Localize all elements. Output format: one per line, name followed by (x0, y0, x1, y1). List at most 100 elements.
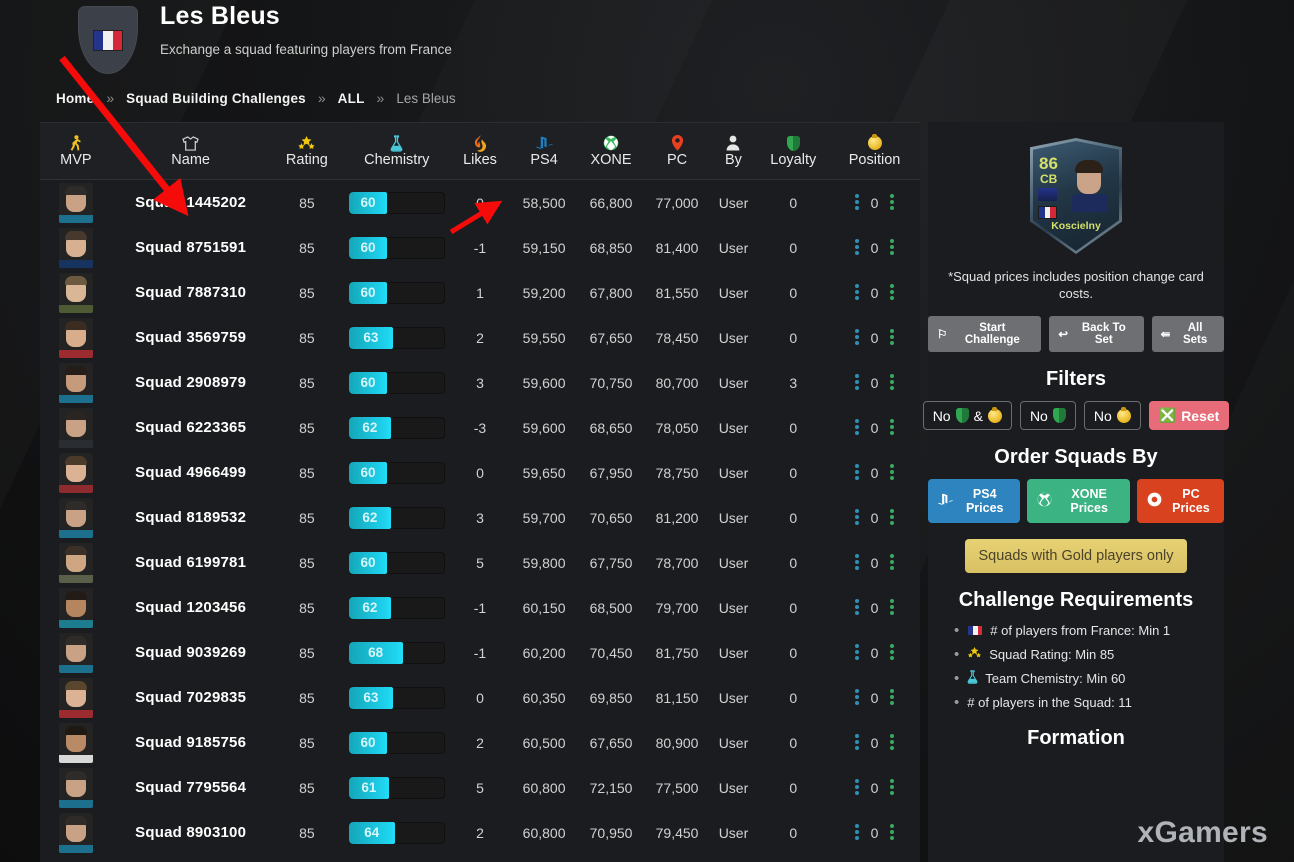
table-row[interactable]: Squad 3569759 85 63 2 59,550 67,650 78,450 User… (40, 315, 920, 360)
row-mvp-cell[interactable] (40, 360, 112, 405)
row-squad-name[interactable]: Squad 7887310 (112, 270, 270, 315)
position-dots-green-icon[interactable] (890, 778, 895, 797)
table-row[interactable]: Squad 1203456 85 62 -1 60,150 68,500 79,700 Use… (40, 585, 920, 630)
table-row[interactable]: Squad 6223365 85 62 -3 59,600 68,650 78,050 Use… (40, 405, 920, 450)
position-dots-blue-icon[interactable] (854, 238, 859, 257)
row-mvp-cell[interactable] (40, 315, 112, 360)
position-dots-green-icon[interactable] (890, 688, 895, 707)
position-dots-blue-icon[interactable] (854, 373, 859, 392)
table-header-pc[interactable]: PC (645, 123, 710, 179)
row-squad-name[interactable]: Squad 8189532 (112, 495, 270, 540)
order-by-ps4-prices-button[interactable]: PS4 Prices (928, 479, 1021, 523)
position-dots-green-icon[interactable] (890, 283, 895, 302)
breadcrumb-item-sbc[interactable]: Squad Building Challenges (126, 91, 306, 106)
filter-no-position[interactable]: No (1083, 401, 1141, 430)
row-squad-name[interactable]: Squad 1203456 (112, 585, 270, 630)
position-dots-green-icon[interactable] (890, 463, 895, 482)
table-row[interactable]: Squad 7795564 85 61 5 60,800 72,150 77,500 User… (40, 765, 920, 810)
order-by-pc-prices-button[interactable]: PC Prices (1136, 479, 1224, 523)
row-mvp-cell[interactable] (40, 630, 112, 675)
row-mvp-cell[interactable] (40, 720, 112, 765)
all-sets-button[interactable]: ⇚ All Sets (1151, 316, 1224, 352)
position-dots-blue-icon[interactable] (854, 778, 859, 797)
table-row[interactable]: Squad 1445202 85 60 0 58,500 66,800 77,000 User… (40, 180, 920, 225)
table-row[interactable]: Squad 4966499 85 60 0 59,650 67,950 78,750 User… (40, 450, 920, 495)
row-squad-name[interactable]: Squad 2908979 (112, 360, 270, 405)
row-squad-name[interactable]: Squad 8903100 (112, 810, 270, 855)
table-row[interactable]: Squad 2908979 85 60 3 59,600 70,750 80,700 User… (40, 360, 920, 405)
row-mvp-cell[interactable] (40, 450, 112, 495)
table-header-name[interactable]: Name (112, 123, 270, 179)
position-dots-blue-icon[interactable] (854, 418, 859, 437)
table-row[interactable]: Squad 8189532 85 62 3 59,700 70,650 81,200 User… (40, 495, 920, 540)
table-header-rating[interactable]: Rating (270, 123, 345, 179)
table-row[interactable]: Squad 9185756 85 60 2 60,500 67,650 80,900 User… (40, 720, 920, 765)
position-dots-blue-icon[interactable] (854, 823, 859, 842)
breadcrumb-item-all[interactable]: ALL (338, 91, 365, 106)
row-squad-name[interactable]: Squad 6199781 (112, 540, 270, 585)
row-squad-name[interactable]: Squad 1445202 (112, 180, 270, 225)
row-squad-name[interactable]: Squad 4966499 (112, 450, 270, 495)
row-squad-name[interactable]: Squad 7029835 (112, 675, 270, 720)
row-mvp-cell[interactable] (40, 540, 112, 585)
table-row[interactable]: Squad 6199781 85 60 5 59,800 67,750 78,700 User… (40, 540, 920, 585)
back-to-set-button[interactable]: ↩ Back To Set (1049, 316, 1144, 352)
position-dots-blue-icon[interactable] (854, 508, 859, 527)
position-dots-blue-icon[interactable] (854, 733, 859, 752)
position-dots-blue-icon[interactable] (854, 463, 859, 482)
row-mvp-cell[interactable] (40, 810, 112, 855)
filter-no-loyalty[interactable]: No (1019, 401, 1076, 430)
row-squad-name[interactable]: Squad 6223365 (112, 405, 270, 450)
row-mvp-cell[interactable] (40, 405, 112, 450)
row-squad-name[interactable]: Squad 8751591 (112, 225, 270, 270)
position-dots-blue-icon[interactable] (854, 193, 859, 212)
filter-no-loyalty-and-position[interactable]: No & (922, 401, 1012, 430)
row-squad-name[interactable]: Squad 9039269 (112, 630, 270, 675)
row-mvp-cell[interactable] (40, 270, 112, 315)
table-header-ps4[interactable]: PS4 (511, 123, 578, 179)
position-dots-green-icon[interactable] (890, 238, 895, 257)
gold-players-only-button[interactable]: Squads with Gold players only (965, 539, 1187, 573)
table-header-mvp[interactable]: MVP (40, 123, 112, 179)
position-dots-green-icon[interactable] (890, 508, 895, 527)
position-dots-blue-icon[interactable] (854, 688, 859, 707)
row-squad-name[interactable]: Squad 9185756 (112, 720, 270, 765)
position-dots-green-icon[interactable] (890, 733, 895, 752)
position-dots-green-icon[interactable] (890, 418, 895, 437)
order-by-xone-prices-button[interactable]: XONE Prices (1027, 479, 1130, 523)
player-card[interactable]: 86 CB Koscielny (1030, 138, 1122, 254)
table-row[interactable]: Squad 8751591 85 60 -1 59,150 68,850 81,400 Use… (40, 225, 920, 270)
row-mvp-cell[interactable] (40, 585, 112, 630)
reset-filters-button[interactable]: ❎ Reset (1148, 401, 1230, 430)
position-dots-blue-icon[interactable] (854, 643, 859, 662)
row-mvp-cell[interactable] (40, 675, 112, 720)
row-mvp-cell[interactable] (40, 225, 112, 270)
start-challenge-button[interactable]: ⚐ Start Challenge (928, 316, 1042, 352)
table-row[interactable]: Squad 7029835 85 63 0 60,350 69,850 81,150 User… (40, 675, 920, 720)
position-dots-blue-icon[interactable] (854, 598, 859, 617)
position-dots-green-icon[interactable] (890, 553, 895, 572)
position-dots-green-icon[interactable] (890, 328, 895, 347)
position-dots-blue-icon[interactable] (854, 328, 859, 347)
table-row[interactable]: Squad 9039269 85 68 -1 60,200 70,450 81,750 Use… (40, 630, 920, 675)
table-header-xone[interactable]: XONE (578, 123, 645, 179)
row-mvp-cell[interactable] (40, 765, 112, 810)
position-dots-blue-icon[interactable] (854, 283, 859, 302)
table-row[interactable]: Squad 7887310 85 60 1 59,200 67,800 81,550 User… (40, 270, 920, 315)
position-dots-green-icon[interactable] (890, 373, 895, 392)
table-header-by[interactable]: By (710, 123, 758, 179)
position-dots-green-icon[interactable] (890, 823, 895, 842)
position-dots-green-icon[interactable] (890, 643, 895, 662)
table-header-position[interactable]: Position (829, 123, 920, 179)
row-mvp-cell[interactable] (40, 495, 112, 540)
table-header-loyalty[interactable]: Loyalty (757, 123, 829, 179)
position-dots-green-icon[interactable] (890, 193, 895, 212)
table-header-likes[interactable]: Likes (449, 123, 510, 179)
row-squad-name[interactable]: Squad 3569759 (112, 315, 270, 360)
row-mvp-cell[interactable] (40, 180, 112, 225)
breadcrumb-item-home[interactable]: Home (56, 91, 94, 106)
position-dots-blue-icon[interactable] (854, 553, 859, 572)
table-row[interactable]: Squad 8903100 85 64 2 60,800 70,950 79,450 User… (40, 810, 920, 855)
table-header-chemistry[interactable]: Chemistry (344, 123, 449, 179)
row-squad-name[interactable]: Squad 7795564 (112, 765, 270, 810)
